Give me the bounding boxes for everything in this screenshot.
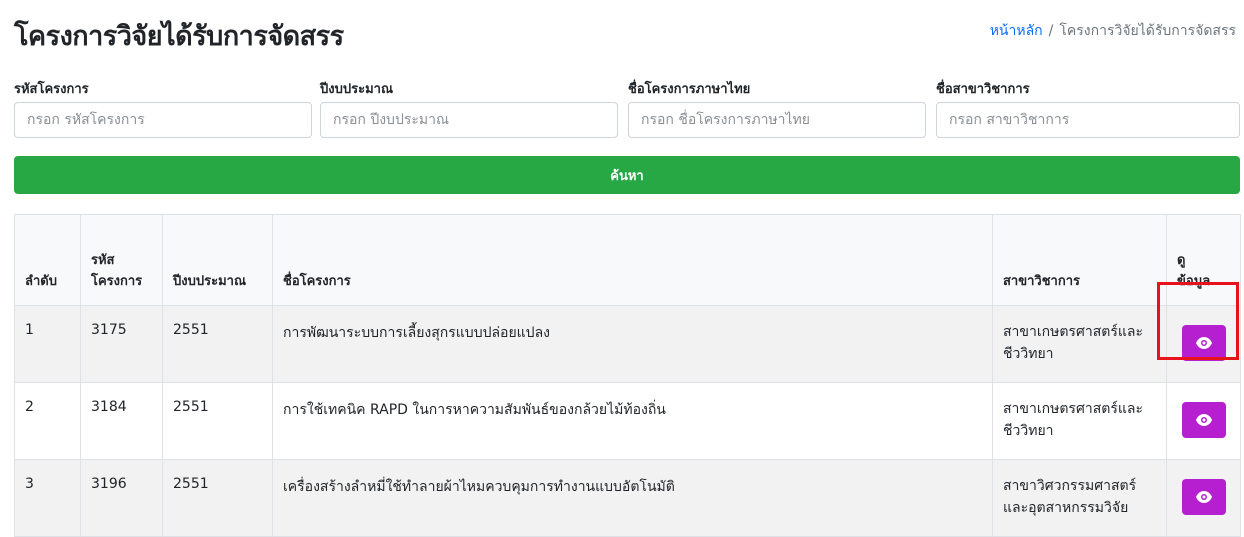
filter-year-label: ปีงบประมาณ [320, 82, 393, 97]
filter-major-label: ชื่อสาขาวิชาการ [936, 82, 1030, 97]
cell-major-line2: ชีววิทยา [1003, 423, 1054, 439]
cell-code: 3196 [80, 459, 163, 537]
table-row: 3 3196 2551 เครื่องสร้างลำหมี่ใช้ทำลายผ้… [14, 459, 1241, 537]
cell-index: 1 [14, 305, 81, 383]
cell-year: 2551 [162, 305, 273, 383]
project-name-input[interactable] [628, 102, 926, 138]
cell-view [1166, 382, 1241, 460]
cell-year: 2551 [162, 382, 273, 460]
header-name: ชื่อโครงการ [272, 214, 993, 306]
breadcrumb-home-link[interactable]: หน้าหลัก [990, 23, 1043, 39]
cell-year: 2551 [162, 459, 273, 537]
cell-view [1166, 459, 1241, 537]
search-filters: รหัสโครงการ ปีงบประมาณ ชื่อโครงการภาษาไท… [14, 78, 1240, 144]
filter-name-label: ชื่อโครงการภาษาไทย [628, 82, 751, 97]
view-details-button[interactable] [1181, 401, 1226, 438]
filter-year: ปีงบประมาณ [320, 78, 618, 138]
eye-icon [1195, 413, 1212, 426]
projects-table-container: ลำดับ รหัสโครงการ ปีงบประมาณ ชื่อโครงการ… [14, 214, 1241, 537]
cell-major-line2: ชีววิทยา [1003, 346, 1054, 362]
cell-major-line2: และอุตสาหกรรมวิจัย [1003, 500, 1129, 516]
eye-icon [1195, 490, 1212, 503]
filter-code: รหัสโครงการ [14, 78, 312, 138]
header-index: ลำดับ [14, 214, 81, 306]
header-code: รหัสโครงการ [80, 214, 163, 306]
table-row: 1 3175 2551 การพัฒนาระบบการเลี้ยงสุกรแบบ… [14, 305, 1241, 383]
header-code-line2: โครงการ [91, 274, 143, 289]
cell-major: สาขาเกษตรศาสตร์และชีววิทยา [992, 382, 1167, 460]
cell-major-line1: สาขาเกษตรศาสตร์และ [1003, 401, 1143, 417]
project-code-input[interactable] [14, 102, 312, 138]
cell-index: 3 [14, 459, 81, 537]
view-details-button[interactable] [1181, 478, 1226, 515]
cell-code: 3184 [80, 382, 163, 460]
breadcrumb: หน้าหลัก / โครงการวิจัยได้รับการจัดสรร [990, 20, 1236, 42]
breadcrumb-current: โครงการวิจัยได้รับการจัดสรร [1059, 23, 1236, 39]
cell-major-line1: สาขาเกษตรศาสตร์และ [1003, 324, 1143, 340]
table-header-row: ลำดับ รหัสโครงการ ปีงบประมาณ ชื่อโครงการ… [14, 214, 1241, 306]
cell-code: 3175 [80, 305, 163, 383]
cell-index: 2 [14, 382, 81, 460]
fiscal-year-input[interactable] [320, 102, 618, 138]
header-major: สาขาวิชาการ [992, 214, 1167, 306]
highlight-box [1157, 282, 1239, 360]
header-year: ปีงบประมาณ [162, 214, 273, 306]
cell-major: สาขาเกษตรศาสตร์และชีววิทยา [992, 305, 1167, 383]
cell-name: การใช้เทคนิค RAPD ในการหาความสัมพันธ์ของ… [272, 382, 993, 460]
cell-major: สาขาวิศวกรรมศาสตร์และอุตสาหกรรมวิจัย [992, 459, 1167, 537]
search-button[interactable]: ค้นหา [14, 156, 1240, 194]
projects-table: ลำดับ รหัสโครงการ ปีงบประมาณ ชื่อโครงการ… [14, 214, 1241, 537]
filter-code-label: รหัสโครงการ [14, 82, 89, 97]
filter-major: ชื่อสาขาวิชาการ [936, 78, 1240, 138]
cell-name: การพัฒนาระบบการเลี้ยงสุกรแบบปล่อยแปลง [272, 305, 993, 383]
header-code-line1: รหัส [91, 253, 115, 268]
table-row: 2 3184 2551 การใช้เทคนิค RAPD ในการหาควา… [14, 382, 1241, 460]
header-view-line1: ดู [1177, 253, 1186, 268]
cell-major-line1: สาขาวิศวกรรมศาสตร์ [1003, 478, 1137, 494]
filter-name: ชื่อโครงการภาษาไทย [628, 78, 926, 138]
page-title: โครงการวิจัยได้รับการจัดสรร [14, 21, 344, 52]
cell-name: เครื่องสร้างลำหมี่ใช้ทำลายผ้าไหมควบคุมกา… [272, 459, 993, 537]
breadcrumb-separator: / [1048, 23, 1054, 39]
major-input[interactable] [936, 102, 1240, 138]
